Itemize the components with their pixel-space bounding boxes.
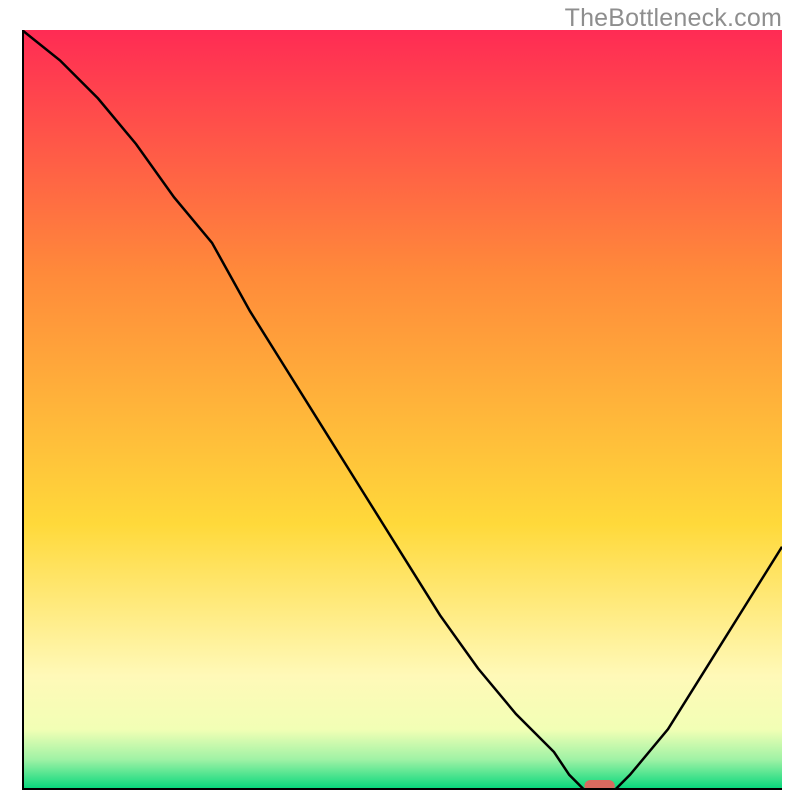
chart-frame: TheBottleneck.com (0, 0, 800, 800)
watermark-text: TheBottleneck.com (565, 4, 782, 33)
chart-svg (22, 30, 782, 790)
plot-area (22, 30, 782, 790)
